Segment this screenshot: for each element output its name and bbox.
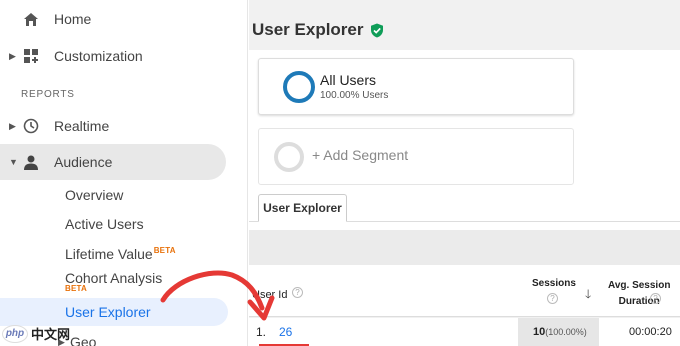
sidebar-item-label: Customization <box>54 48 143 64</box>
sidebar-subitem-geo[interactable]: Geo <box>70 334 96 346</box>
sidebar-item-label: Audience <box>54 154 113 170</box>
reports-heading: REPORTS <box>21 89 75 100</box>
duration-value: 00:00:20 <box>629 326 672 338</box>
sidebar-item-label: Realtime <box>54 118 110 134</box>
column-header-sessions[interactable]: Sessions <box>532 278 576 289</box>
sidebar-subitem-active-users[interactable]: Active Users <box>65 216 144 232</box>
sidebar-subitem-lifetime-value[interactable]: Lifetime ValueBETA <box>65 246 176 262</box>
sessions-count: 10 <box>533 326 546 338</box>
dashboard-plus-icon <box>22 47 40 65</box>
sidebar-subitem-label: Lifetime Value <box>65 246 153 262</box>
clock-icon <box>22 117 40 135</box>
caret-down-icon[interactable]: ▼ <box>9 157 18 167</box>
add-segment-button[interactable]: + Add Segment <box>258 128 574 185</box>
sessions-percent: (100.00%) <box>545 327 587 337</box>
main-content: User Explorer All Users 100.00% Users + … <box>249 0 680 346</box>
sidebar-item-label: Home <box>54 11 92 27</box>
sidebar-subitem-user-explorer[interactable]: User Explorer <box>0 298 228 326</box>
help-icon[interactable]: ? <box>650 293 661 304</box>
caret-right-icon[interactable]: ▶ <box>9 121 16 132</box>
column-header-line: Duration <box>618 296 660 307</box>
column-header-user-id[interactable]: User Id <box>252 289 287 301</box>
help-icon[interactable]: ? <box>292 287 303 298</box>
table-header: User Id ? Sessions ? 🡓 Avg. Session Dura… <box>249 265 680 317</box>
home-icon <box>22 10 40 28</box>
watermark-logo: php <box>2 324 28 343</box>
add-segment-label: + Add Segment <box>312 147 409 163</box>
sidebar-item-audience[interactable]: ▼ Audience <box>0 144 226 180</box>
segment-ring-icon <box>283 71 315 103</box>
watermark: php 中文网 <box>2 324 70 343</box>
sidebar-subitem-label: User Explorer <box>65 304 151 320</box>
page-title-text: User Explorer <box>252 20 364 39</box>
user-id-link[interactable]: 26 <box>279 325 292 339</box>
beta-badge: BETA <box>65 284 87 293</box>
segment-ring-icon <box>274 142 304 172</box>
sort-descending-icon[interactable]: 🡓 <box>585 285 591 306</box>
tab-user-explorer[interactable]: User Explorer <box>258 194 347 222</box>
person-icon <box>22 153 40 171</box>
segment-subtitle: 100.00% Users <box>320 90 389 101</box>
column-header-avg-session-duration[interactable]: Avg. Session Duration <box>608 278 670 310</box>
toolbar-band <box>249 230 680 265</box>
segment-name: All Users <box>320 72 377 88</box>
caret-right-icon[interactable]: ▶ <box>9 51 16 62</box>
table-row: 1. 26 10(100.00%) 00:00:20 <box>249 318 680 346</box>
verified-shield-icon <box>370 23 383 37</box>
segment-all-users[interactable]: All Users 100.00% Users <box>258 58 574 115</box>
page-title: User Explorer <box>252 20 384 40</box>
column-header-line: Avg. Session <box>608 280 671 291</box>
beta-badge: BETA <box>153 246 176 255</box>
sessions-value: 10(100.00%) <box>533 326 587 338</box>
help-icon[interactable]: ? <box>547 293 558 304</box>
sidebar-subitem-overview[interactable]: Overview <box>65 187 123 203</box>
watermark-text: 中文网 <box>31 327 71 342</box>
sidebar: Home ▶ Customization REPORTS ▶ Realtime … <box>0 0 248 346</box>
row-number: 1. <box>256 325 267 339</box>
